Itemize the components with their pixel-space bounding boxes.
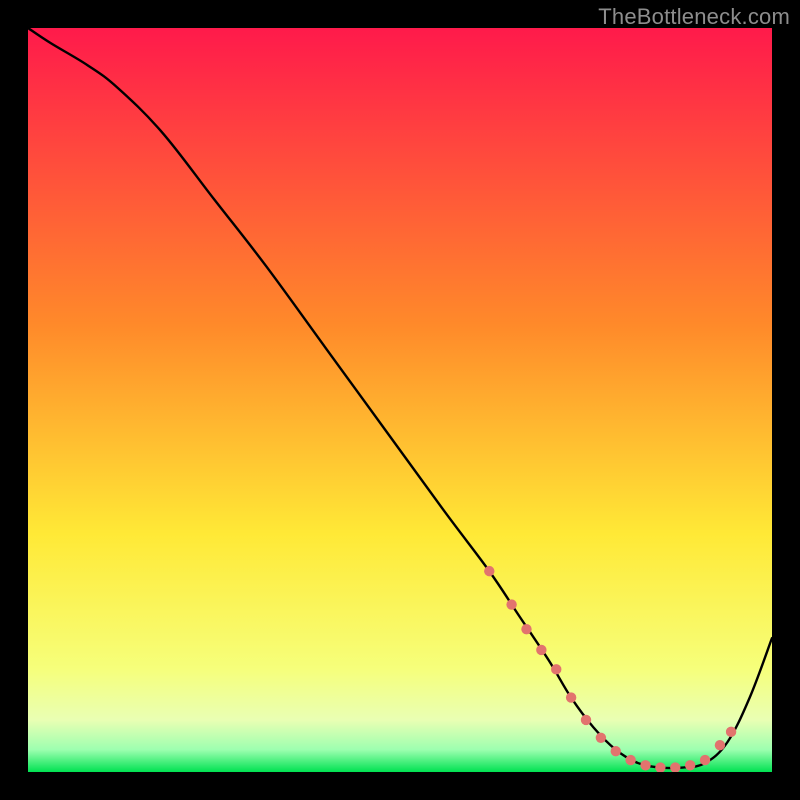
valley-dot [484,566,494,576]
valley-dot [551,664,561,674]
watermark-text: TheBottleneck.com [598,4,790,30]
gradient-background [28,28,772,772]
valley-dot [700,755,710,765]
valley-dot [566,692,576,702]
valley-dot [625,755,635,765]
chart-svg [0,0,800,800]
valley-dot [596,733,606,743]
valley-dot [715,740,725,750]
valley-dot [581,715,591,725]
valley-dot [611,746,621,756]
valley-dot [506,599,516,609]
chart-container: TheBottleneck.com [0,0,800,800]
valley-dot [726,727,736,737]
valley-dot [521,624,531,634]
valley-dot [685,760,695,770]
valley-dot [655,762,665,772]
valley-dot [640,760,650,770]
valley-dot [670,762,680,772]
valley-dot [536,645,546,655]
